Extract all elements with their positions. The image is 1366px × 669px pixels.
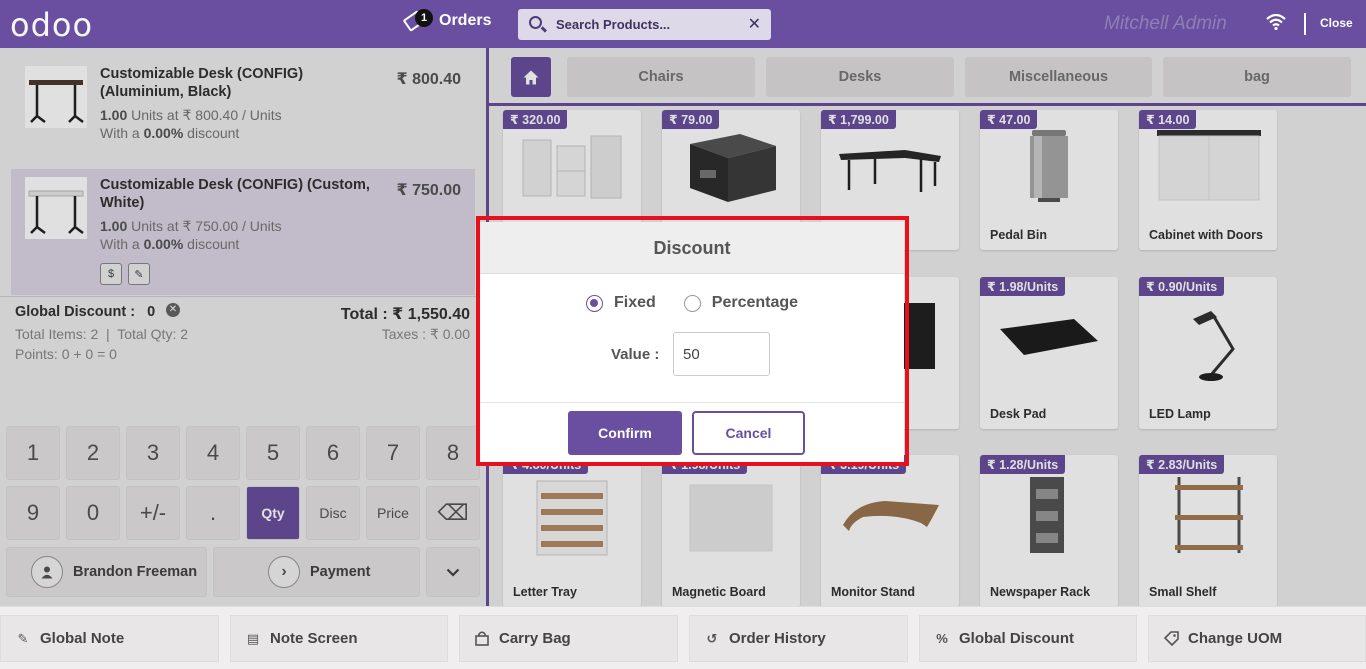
- close-button[interactable]: Close: [1320, 16, 1353, 30]
- note-icon: ▤: [246, 630, 260, 646]
- global-discount-button[interactable]: % Global Discount: [919, 615, 1137, 662]
- radio-percentage[interactable]: Percentage: [683, 294, 799, 312]
- carry-bag-button[interactable]: Carry Bag: [459, 615, 678, 662]
- discount-value-input[interactable]: [673, 332, 770, 376]
- cancel-button[interactable]: Cancel: [692, 411, 805, 455]
- global-discount-label: Global Discount: [959, 630, 1075, 647]
- product-search: ✕: [518, 9, 771, 40]
- search-icon: [529, 16, 542, 29]
- note-screen-button[interactable]: ▤ Note Screen: [230, 615, 448, 662]
- tag-icon: [1163, 631, 1179, 647]
- edit-note-icon: ✎: [17, 630, 29, 646]
- dialog-title: Discount: [480, 222, 904, 274]
- radio-fixed-indicator[interactable]: [585, 294, 603, 312]
- discount-type-options: Fixed Percentage: [480, 294, 904, 312]
- orders-count-badge: 1: [415, 9, 433, 27]
- discount-dialog: Discount Fixed Percentage Value : Confir…: [480, 222, 904, 462]
- order-history-label: Order History: [729, 630, 826, 647]
- dialog-footer: Confirm Cancel: [480, 402, 904, 462]
- radio-fixed-label: Fixed: [613, 294, 656, 311]
- odoo-logo: odoo: [10, 6, 94, 44]
- wifi-icon: [1266, 14, 1286, 30]
- change-uom-button[interactable]: Change UOM: [1148, 615, 1366, 662]
- confirm-button[interactable]: Confirm: [568, 411, 682, 455]
- cashier-name[interactable]: Mitchell Admin: [1104, 13, 1227, 35]
- radio-fixed[interactable]: Fixed: [585, 294, 656, 312]
- search-input[interactable]: [556, 14, 746, 34]
- global-note-label: Global Note: [40, 630, 125, 647]
- header-divider: [1304, 13, 1306, 35]
- bag-icon: [474, 631, 490, 647]
- top-bar: odoo Orders 1 ✕ Mitchell Admin Close: [0, 0, 1366, 48]
- radio-percentage-label: Percentage: [711, 294, 799, 311]
- radio-percentage-indicator[interactable]: [683, 294, 701, 312]
- action-bar: ✎ Global Note ▤ Note Screen Carry Bag ↺ …: [0, 606, 1366, 669]
- change-uom-label: Change UOM: [1188, 630, 1283, 647]
- order-history-button[interactable]: ↺ Order History: [689, 615, 908, 662]
- note-screen-label: Note Screen: [270, 630, 358, 647]
- clear-search-icon[interactable]: ✕: [748, 14, 761, 34]
- orders-label: Orders: [439, 12, 492, 29]
- carry-bag-label: Carry Bag: [499, 630, 571, 647]
- value-label: Value :: [611, 346, 660, 363]
- global-note-button[interactable]: ✎ Global Note: [0, 615, 219, 662]
- history-icon: ↺: [706, 630, 718, 646]
- percent-icon: %: [936, 631, 948, 646]
